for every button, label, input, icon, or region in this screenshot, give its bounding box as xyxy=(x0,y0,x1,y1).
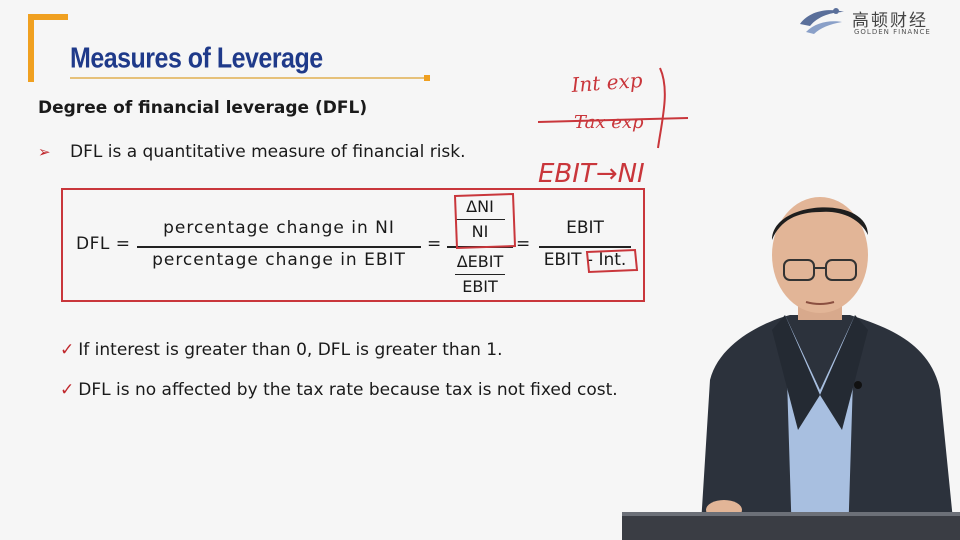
interest-term: Int. xyxy=(598,249,627,270)
checkmark-icon: ✓ xyxy=(60,340,75,360)
fraction-numerator: EBIT xyxy=(566,218,604,238)
desk xyxy=(622,516,960,540)
equals-sign: = xyxy=(516,234,531,254)
fraction-bar xyxy=(539,246,631,248)
formula-label: DFL = xyxy=(76,234,131,254)
fraction-bar xyxy=(137,246,421,248)
slide: Measures of Leverage 高顿财经 GOLDEN FINANCE… xyxy=(0,0,960,540)
check-text: If interest is greater than 0, DFL is gr… xyxy=(78,340,503,360)
ebit: EBIT xyxy=(462,276,498,296)
fraction-ebit: EBIT EBIT - Int. xyxy=(533,218,637,270)
presenter-figure xyxy=(700,197,955,540)
handwriting-line-1: Int exp xyxy=(570,68,644,97)
dfl-formula-box: DFL = percentage change in NI percentage… xyxy=(61,188,645,302)
golden-finance-logo: 高顿财经 GOLDEN FINANCE xyxy=(796,2,956,40)
fraction-denominator: EBIT - Int. xyxy=(543,249,627,270)
fraction-denominator: percentage change in EBIT xyxy=(152,249,406,270)
delta-ni: ΔNI xyxy=(466,197,494,216)
bullet-text: DFL is a quantitative measure of financi… xyxy=(70,142,466,162)
section-subtitle: Degree of financial leverage (DFL) xyxy=(38,98,368,118)
fraction-numerator: percentage change in NI xyxy=(163,218,395,238)
handwriting-line-2: Tax exp xyxy=(574,112,644,133)
check-item: ✓ If interest is greater than 0, DFL is g… xyxy=(60,340,503,360)
check-text: DFL is no affected by the tax rate becau… xyxy=(78,380,618,400)
check-item: ✓ DFL is no affected by the tax rate beca… xyxy=(60,380,618,400)
logo-english-text: GOLDEN FINANCE xyxy=(854,28,931,36)
fraction-bar xyxy=(447,246,513,248)
handwritten-annotation: Int exp Tax exp EBIT→NI xyxy=(537,67,689,189)
bullet-item: ➢ DFL is a quantitative measure of financ… xyxy=(38,142,466,162)
title-underline xyxy=(70,77,426,79)
handwriting-line-3: EBIT→NI xyxy=(538,159,645,189)
delta-ebit: ΔEBIT xyxy=(456,251,504,271)
logo-mark-icon xyxy=(800,8,844,34)
ni: NI xyxy=(471,222,489,241)
equals-sign: = xyxy=(427,234,442,254)
fraction-delta: ΔNI NI ΔEBIT EBIT xyxy=(447,196,513,298)
title-underline-dot xyxy=(424,75,430,81)
checkmark-icon: ✓ xyxy=(60,380,75,400)
slide-title: Measures of Leverage xyxy=(70,42,323,75)
fraction-percentage: percentage change in NI percentage chang… xyxy=(133,218,425,270)
bullet-arrow-icon: ➢ xyxy=(38,143,51,161)
title-bracket-decoration xyxy=(28,14,68,82)
